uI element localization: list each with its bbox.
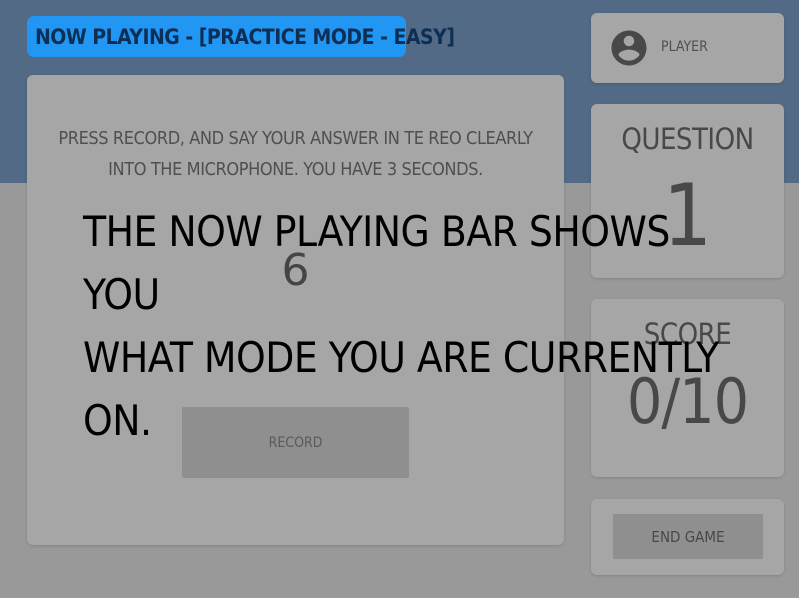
tutorial-line-2: what mode you are currently on. [83,333,719,445]
now-playing-bar: Now Playing - [Practice Mode - Easy] [27,16,455,57]
tutorial-text: The Now Playing bar shows you what mode … [83,200,723,452]
tutorial-line-1: The Now Playing bar shows you [83,207,670,319]
